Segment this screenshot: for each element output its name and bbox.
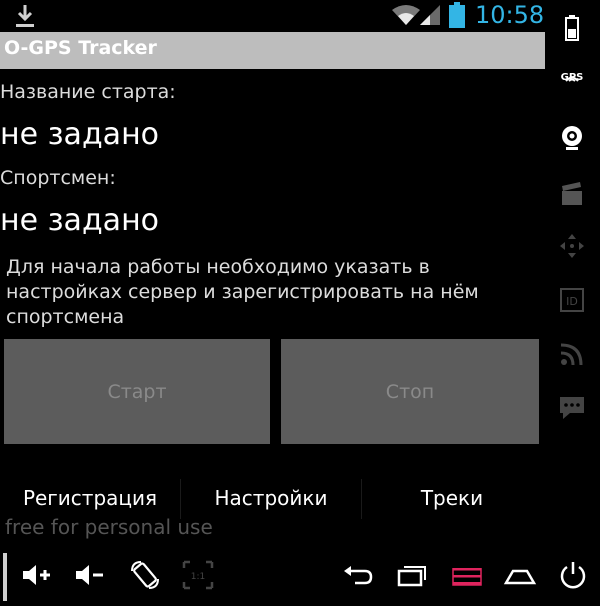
athlete-label: Спортсмен: [0,167,116,189]
battery-icon[interactable] [558,14,586,42]
tab-registration[interactable]: Регистрация [0,486,180,516]
info-text: Для начала работы необходимо указать в н… [6,256,479,328]
tab-settings[interactable]: Настройки [181,486,361,516]
compat-zoom-icon[interactable]: 1:1 [181,559,215,591]
compat-zoom-label: 1:1 [191,572,205,582]
athlete-value: не задано [0,203,160,238]
start-name-label: Название старта: [0,81,176,103]
move-icon[interactable] [558,232,586,260]
signal-icon [420,5,440,25]
status-bar: 10:58 [0,0,545,32]
clock: 10:58 [475,1,545,29]
download-icon [16,5,34,27]
rotate-screen-icon[interactable] [128,559,162,591]
side-panel: GPS ID [545,0,600,545]
battery-icon [449,2,465,28]
start-button[interactable]: Старт [4,339,270,444]
action-bar: O-GPS Tracker [0,32,545,69]
nav-edge-handle [3,553,7,601]
chat-icon[interactable] [558,394,586,422]
id-card-icon[interactable]: ID [558,286,586,314]
recent-apps-icon[interactable] [395,559,429,591]
stop-button[interactable]: Стоп [281,339,539,444]
start-name-value: не задано [0,117,160,152]
tab-tracks[interactable]: Треки [362,486,542,516]
volume-up-icon[interactable] [20,559,54,591]
wifi-icon [392,5,420,25]
clapperboard-icon[interactable] [558,180,586,208]
watermark: free for personal use [5,515,213,539]
nav-bar: 1:1 [0,545,600,606]
svg-text:ID: ID [566,295,578,308]
back-icon[interactable] [341,559,375,591]
gps-label: GPS [560,72,584,83]
volume-down-icon[interactable] [73,559,107,591]
rss-icon[interactable] [558,340,586,368]
power-icon[interactable] [556,559,590,591]
home-icon[interactable] [503,559,537,591]
menu-icon[interactable] [450,559,484,591]
app-title: O-GPS Tracker [4,37,157,59]
webcam-icon[interactable] [558,124,586,152]
